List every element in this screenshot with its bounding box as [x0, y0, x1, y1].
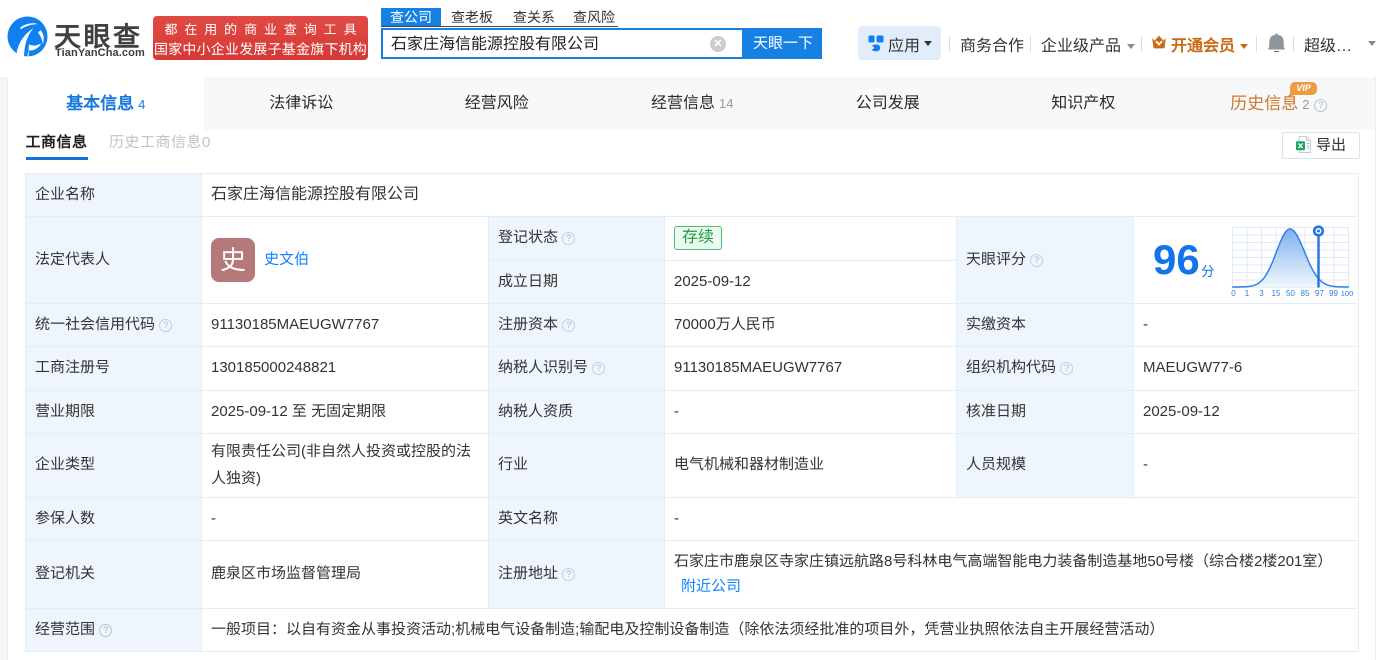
svg-text:0: 0: [1231, 289, 1236, 297]
svg-text:50: 50: [1286, 289, 1295, 297]
svg-text:15: 15: [1272, 289, 1281, 297]
svg-text:1: 1: [1245, 289, 1250, 297]
svg-text:99: 99: [1329, 289, 1338, 297]
svg-text:100: 100: [1341, 289, 1353, 297]
svg-text:85: 85: [1301, 289, 1310, 297]
svg-text:97: 97: [1315, 289, 1324, 297]
svg-text:3: 3: [1259, 289, 1264, 297]
